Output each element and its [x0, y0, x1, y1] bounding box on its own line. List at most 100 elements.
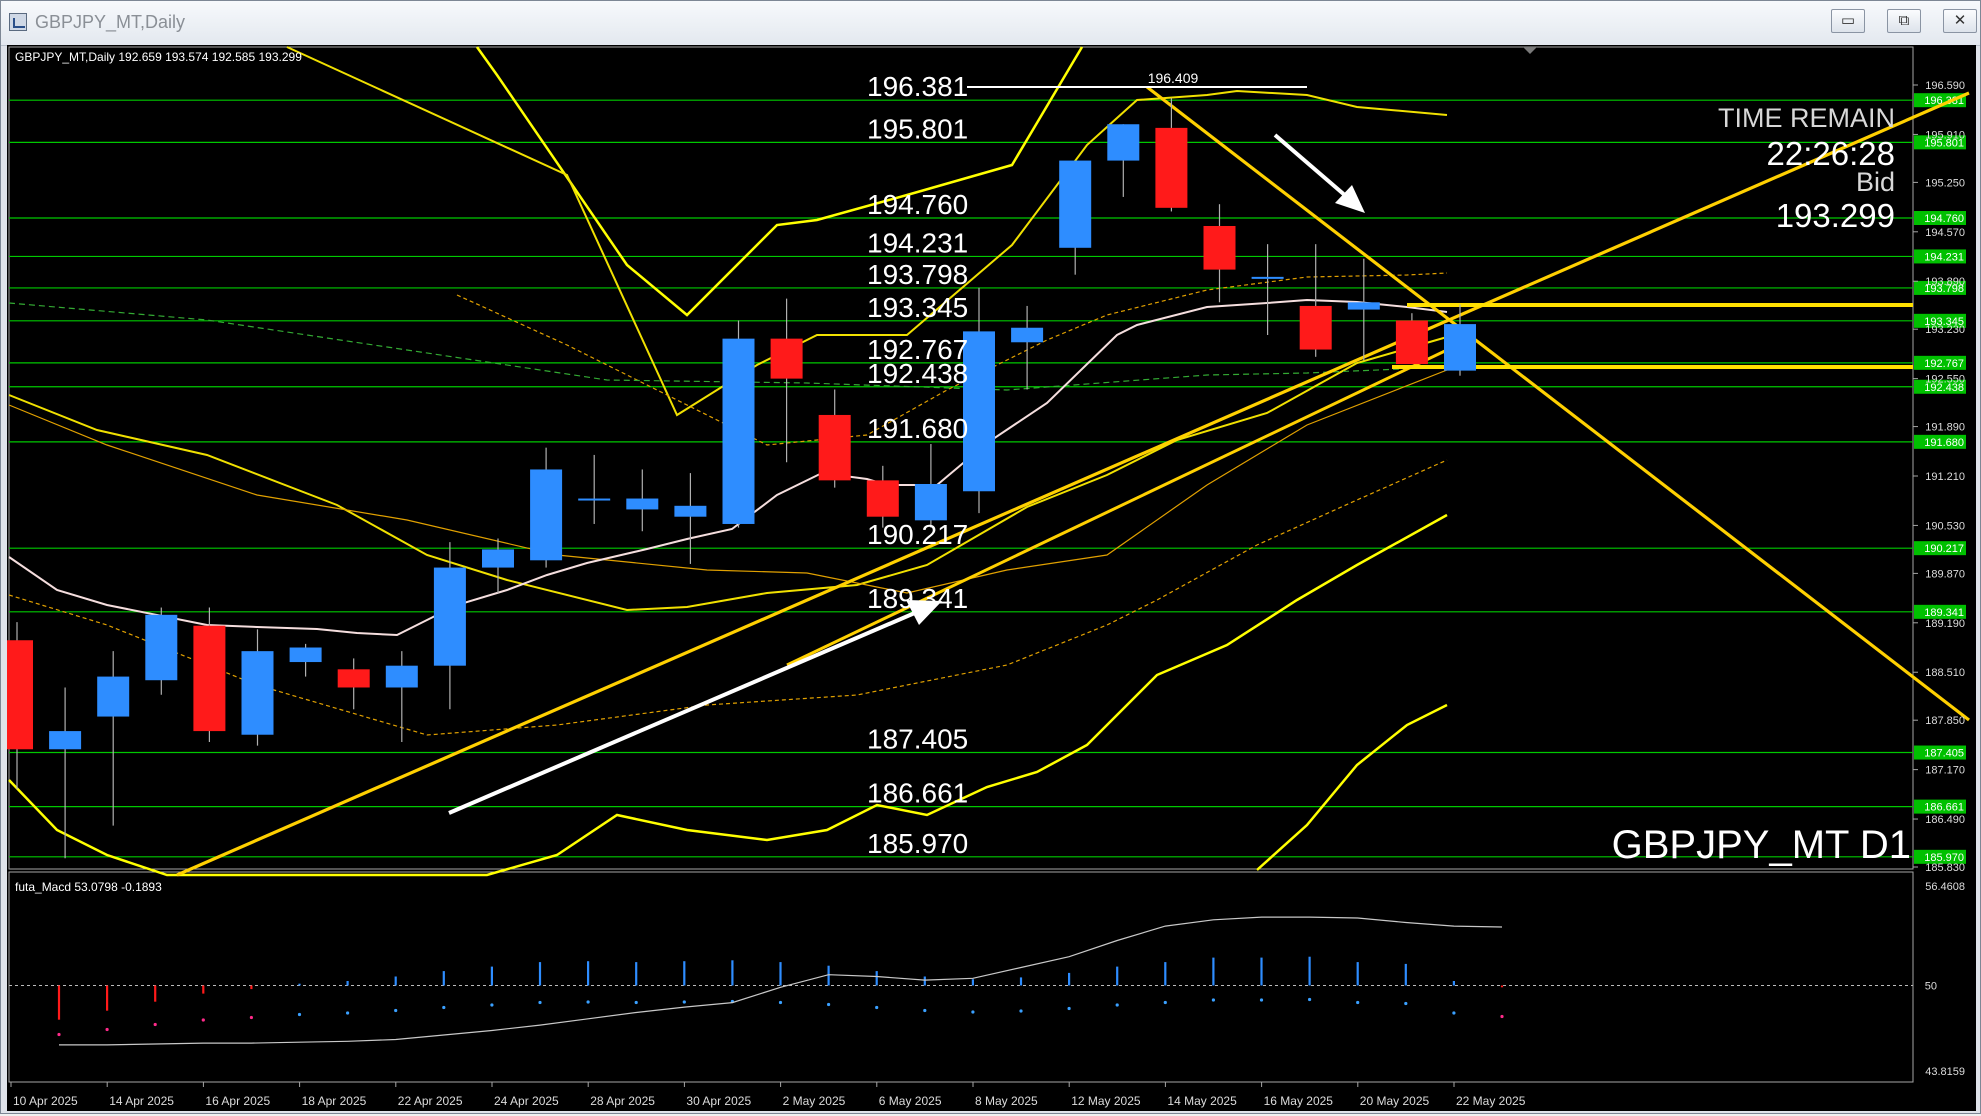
candle-bullish — [433, 567, 466, 666]
macd-signal-dot — [57, 1032, 61, 1037]
chart-window-icon — [9, 13, 27, 31]
macd-signal-dot — [1115, 1003, 1119, 1007]
chart-header: GBPJPY_MT,Daily 192.659 193.574 192.585 … — [15, 50, 302, 64]
macd-signal-dot — [923, 1008, 927, 1013]
level-axis-value: 194.760 — [1924, 213, 1964, 225]
level-axis-value: 190.217 — [1924, 543, 1964, 555]
candle-bearish — [1155, 127, 1188, 208]
macd-signal-dot — [249, 1015, 253, 1020]
macd-axis-mid: 50 — [1925, 981, 1937, 993]
date-label: 28 Apr 2025 — [590, 1094, 655, 1108]
axis-tick-label: 189.190 — [1925, 618, 1965, 630]
macd-signal-dot — [201, 1018, 205, 1022]
candle-bullish — [1251, 276, 1284, 279]
axis-tick-label: 193.230 — [1925, 324, 1965, 336]
date-axis: 10 Apr 2025 14 Apr 2025 16 Apr 2025 18 Apr … — [10, 1082, 1526, 1108]
level-axis-value: 186.661 — [1924, 802, 1964, 814]
date-label: 8 May 2025 — [975, 1094, 1038, 1108]
level-axis-value: 192.767 — [1924, 358, 1964, 370]
level-axis-value: 194.231 — [1924, 251, 1964, 263]
macd-signal-dot — [1163, 1000, 1167, 1005]
macd-signal-dot — [778, 1000, 783, 1005]
date-label: 22 Apr 2025 — [398, 1094, 463, 1108]
macd-signal-dot — [490, 1003, 494, 1007]
restore-button[interactable]: ⧉ — [1887, 9, 1921, 33]
level-label: 186.661 — [867, 778, 968, 809]
level-label: 187.405 — [867, 724, 968, 755]
candle-bullish — [674, 505, 707, 517]
title-bar: GBPJPY_MT,Daily ▭ ⧉ ✕ — [1, 1, 1980, 46]
date-label: 12 May 2025 — [1071, 1094, 1141, 1108]
level-label: 185.970 — [867, 828, 968, 859]
macd-signal-dot — [538, 1000, 542, 1005]
date-label: 14 May 2025 — [1167, 1094, 1237, 1108]
macd-signal-dot — [682, 1000, 686, 1004]
macd-signal-dot — [1356, 1000, 1360, 1005]
date-label: 16 Apr 2025 — [205, 1094, 270, 1108]
candle-bullish — [530, 469, 563, 561]
axis-tick-label: 191.210 — [1925, 471, 1965, 483]
date-label: 2 May 2025 — [783, 1094, 846, 1108]
macd-signal-dot — [442, 1005, 446, 1010]
date-label: 6 May 2025 — [879, 1094, 942, 1108]
macd-signal-dot — [1211, 998, 1215, 1002]
macd-signal-dot — [1019, 1009, 1023, 1013]
candle-bearish — [193, 625, 226, 732]
price-chart[interactable]: 196.381195.801194.760194.231193.798193.3… — [1, 45, 1976, 1111]
axis-tick-label: 190.530 — [1925, 520, 1965, 532]
level-label: 192.438 — [867, 358, 968, 389]
level-axis-value: 191.680 — [1924, 437, 1964, 449]
macd-signal-dot — [1308, 997, 1312, 1002]
window-title: GBPJPY_MT,Daily — [35, 12, 186, 32]
bid-label: Bid — [1856, 167, 1895, 197]
date-label: 18 Apr 2025 — [302, 1094, 367, 1108]
macd-signal-dot — [394, 1008, 398, 1013]
candle-bullish — [97, 676, 130, 717]
date-label: 16 May 2025 — [1264, 1094, 1334, 1108]
close-button[interactable]: ✕ — [1943, 9, 1977, 33]
macd-axis-bottom: 43.8159 — [1925, 1066, 1965, 1078]
axis-tick-label: 192.550 — [1925, 374, 1965, 386]
macd-signal-dot — [971, 1010, 975, 1014]
axis-tick-label: 191.890 — [1925, 422, 1965, 434]
candle-bullish — [914, 483, 947, 521]
candle-bullish — [626, 498, 659, 510]
axis-tick-label: 195.250 — [1925, 177, 1965, 189]
level-label: 193.798 — [867, 259, 968, 290]
terminal-window: GBPJPY_MT,Daily ▭ ⧉ ✕ 196.381 195.801 194.… — [0, 0, 1981, 1114]
candle-bearish — [1203, 225, 1236, 270]
candle-bearish — [818, 414, 851, 481]
candle-bearish — [337, 669, 370, 688]
macd-signal-dot — [1500, 1014, 1504, 1019]
candle-bullish — [385, 665, 418, 688]
macd-axis-top: 56.4608 — [1925, 881, 1965, 893]
minimize-button[interactable]: ▭ — [1831, 9, 1865, 33]
level-label: 194.231 — [867, 227, 968, 258]
arrow-down-shaft — [1273, 133, 1349, 199]
level-label: 195.801 — [867, 113, 968, 144]
macd-label: futa_Macd 53.0798 -0.1893 — [15, 880, 162, 894]
chart-shift-marker[interactable] — [1523, 47, 1537, 54]
level-label: 194.760 — [867, 189, 968, 220]
candle-bullish — [482, 549, 514, 568]
axis-tick-label: 186.490 — [1925, 814, 1965, 826]
level-labels: 196.381 195.801 194.760 194.231193.798193.3… — [867, 71, 968, 859]
macd-signal-dot — [346, 1011, 350, 1015]
macd-signal-dot — [875, 1005, 879, 1010]
macd-signal-dot — [105, 1027, 109, 1032]
axis-tick-label: 185.830 — [1925, 862, 1965, 874]
level-axis-value: 187.405 — [1924, 748, 1964, 760]
candle-bearish — [866, 480, 899, 517]
chart-area[interactable]: 196.381 195.801 194.760 194.231 193.798 193.3… — [1, 45, 1976, 1111]
date-label: 10 Apr 2025 — [13, 1094, 78, 1108]
candle-bullish — [241, 651, 274, 735]
candle-bearish — [1, 640, 33, 750]
axis-tick-label: 193.890 — [1925, 276, 1965, 288]
time-remain-label: TIME REMAIN — [1718, 103, 1895, 133]
level-label: 190.217 — [867, 519, 968, 550]
candle-bullish — [1107, 124, 1140, 161]
macd-signal-dot — [586, 1000, 590, 1004]
candle-bearish — [1299, 305, 1332, 350]
date-label: 20 May 2025 — [1360, 1094, 1430, 1108]
axis-tick-label: 195.910 — [1925, 129, 1965, 141]
